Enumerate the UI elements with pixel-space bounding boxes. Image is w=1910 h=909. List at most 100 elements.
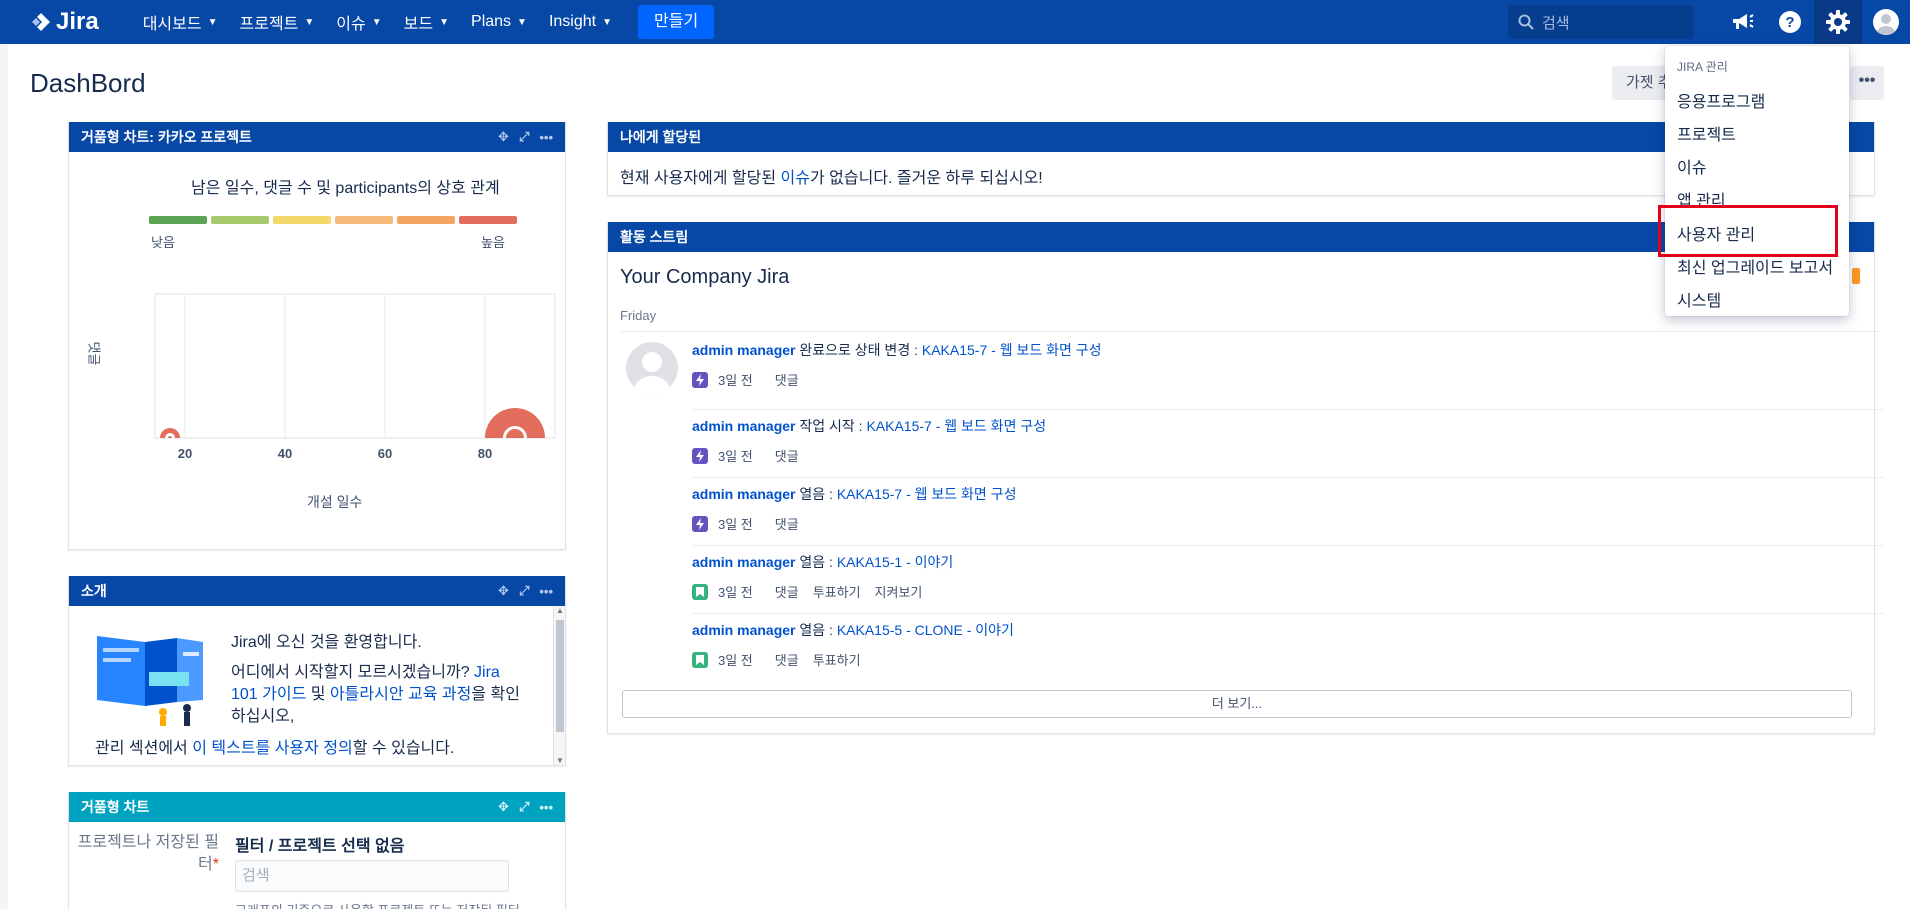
settings-button[interactable] [1814, 0, 1862, 44]
filter-search-input[interactable]: 검색 [235, 860, 509, 892]
help-button[interactable]: ? [1766, 0, 1814, 44]
nav-boards[interactable]: 보드 ▼ [404, 10, 449, 34]
x-tick-label: 20 [178, 446, 192, 461]
expand-icon[interactable]: ⤢ [519, 799, 529, 815]
move-icon[interactable]: ✥ [498, 129, 509, 145]
activity-action: 완료으로 상태 변경 : [795, 342, 922, 358]
rss-feed-icon[interactable] [1852, 268, 1860, 284]
nav-insight[interactable]: Insight ▼ [549, 13, 612, 31]
filter-value: 필터 / 프로젝트 선택 없음 [235, 838, 405, 855]
atlassian-training-link[interactable]: 아틀라시안 교육 과정 [330, 686, 471, 703]
activity-meta: 3일 전 댓글 [692, 514, 1884, 533]
activity-action: 열음 : [795, 554, 837, 570]
activity-user-link[interactable]: admin manager [692, 342, 795, 358]
activity-time: 3일 전 [718, 653, 753, 668]
nav-dashboards-label: 대시보드 [142, 16, 202, 33]
more-actions-button[interactable]: ••• [1850, 66, 1884, 100]
subtask-icon [692, 515, 708, 532]
vote-link[interactable]: 투표하기 [813, 650, 861, 669]
activity-user-link[interactable]: admin manager [692, 554, 795, 570]
activity-issue-link[interactable]: KAKA15-1 - 이야기 [837, 554, 953, 570]
nav-menu: 대시보드 ▼ 프로젝트 ▼ 이슈 ▼ 보드 ▼ Plans ▼ Insight ▼ 만들기 [143, 5, 715, 39]
activity-user-link[interactable]: admin manager [692, 622, 795, 638]
chevron-down-icon: ▼ [371, 16, 382, 28]
jira-logo[interactable]: Jira [30, 8, 99, 36]
scroll-thumb[interactable] [556, 620, 564, 732]
legend-swatch [149, 216, 207, 224]
activity-time: 3일 전 [718, 373, 753, 388]
settings-icon [1826, 10, 1850, 34]
admin-dropdown-menu: JIRA 관리 응용프로그램 프로젝트 이슈 앱 관리 사용자 관리 최신 업그… [1665, 46, 1849, 316]
activity-action: 열음 : [795, 622, 837, 638]
divider [692, 409, 1884, 410]
stream-title[interactable]: Your Company Jira [620, 266, 789, 289]
activity-issue-link[interactable]: KAKA15-5 - CLONE - 이야기 [837, 622, 1014, 638]
profile-button[interactable] [1862, 0, 1910, 44]
vote-link[interactable]: 투표하기 [813, 582, 861, 601]
user-icon [634, 352, 670, 394]
logo-text: Jira [56, 8, 99, 35]
activity-time: 3일 전 [718, 517, 753, 532]
move-icon[interactable]: ✥ [498, 799, 509, 815]
activity-issue-link[interactable]: KAKA15-7 - 웹 보드 화면 구성 [922, 342, 1102, 358]
story-icon [692, 651, 708, 668]
customize-text-link[interactable]: 이 텍스트를 사용자 정의 [192, 740, 353, 757]
bubble-point[interactable] [485, 408, 545, 468]
scrollbar[interactable]: ▲ ▼ [553, 606, 565, 765]
filter-help-text: 그래프의 기준으로 사용할 프로젝트 또는 저장된 필터 [235, 900, 520, 909]
menu-item-issues[interactable]: 이슈 [1677, 154, 1706, 178]
gadget-title: 나에게 할당된 [620, 129, 702, 145]
show-more-button[interactable]: 더 보기... [622, 690, 1852, 718]
bubble-point[interactable] [160, 428, 180, 448]
x-tick-label: 80 [478, 446, 492, 461]
chevron-down-icon: ▼ [304, 16, 315, 28]
menu-item-upgrade-report[interactable]: 최신 업그레이드 보고서 [1677, 254, 1833, 278]
more-icon[interactable]: ••• [539, 800, 553, 815]
intro-paragraph: 어디에서 시작할지 모르시겠습니까? Jira 101 가이드 및 아틀라시안 … [231, 662, 521, 728]
menu-item-applications[interactable]: 응용프로그램 [1677, 88, 1765, 112]
x-tick-label: 40 [278, 446, 292, 461]
chevron-down-icon: ▼ [517, 16, 527, 28]
nav-issues-label: 이슈 [336, 16, 366, 33]
nav-plans-label: Plans [471, 13, 512, 30]
menu-item-projects[interactable]: 프로젝트 [1677, 121, 1736, 145]
divider [692, 477, 1884, 478]
activity-user-link[interactable]: admin manager [692, 418, 795, 434]
activity-user-link[interactable]: admin manager [692, 486, 795, 502]
comment-link[interactable]: 댓글 [775, 514, 799, 533]
more-icon[interactable]: ••• [539, 130, 553, 145]
menu-item-system[interactable]: 시스템 [1677, 287, 1721, 311]
gadget-header: 소개 ✥ ⤢ ••• [69, 576, 565, 606]
comment-link[interactable]: 댓글 [775, 650, 799, 669]
legend-high-label: 높음 [481, 235, 505, 250]
search-input[interactable]: 검색 [1508, 5, 1694, 39]
activity-line: admin manager 열음 : KAKA15-7 - 웹 보드 화면 구성 [692, 484, 1884, 504]
activity-action: 열음 : [795, 486, 837, 502]
nav-plans[interactable]: Plans ▼ [471, 13, 527, 31]
gadget-header: 거품형 차트 ✥ ⤢ ••• [69, 792, 565, 822]
nav-projects[interactable]: 프로젝트 ▼ [240, 10, 315, 34]
watch-link[interactable]: 지켜보기 [875, 582, 923, 601]
issues-link[interactable]: 이슈 [781, 170, 810, 187]
nav-issues[interactable]: 이슈 ▼ [336, 10, 381, 34]
highlight-box [1658, 205, 1838, 257]
comment-link[interactable]: 댓글 [775, 446, 799, 465]
user-avatar [1873, 9, 1899, 35]
more-icon[interactable]: ••• [539, 584, 553, 599]
nav-dashboards[interactable]: 대시보드 ▼ [143, 10, 218, 34]
expand-icon[interactable]: ⤢ [519, 129, 529, 145]
admin-text-pre: 관리 섹션에서 [95, 740, 193, 757]
comment-link[interactable]: 댓글 [775, 370, 799, 389]
expand-icon[interactable]: ⤢ [519, 583, 529, 599]
move-icon[interactable]: ✥ [498, 583, 509, 599]
notifications-button[interactable] [1718, 0, 1766, 44]
activity-line: admin manager 작업 시작 : KAKA15-7 - 웹 보드 화면… [692, 416, 1884, 436]
comment-link[interactable]: 댓글 [775, 582, 799, 601]
scroll-down-icon[interactable]: ▼ [556, 756, 564, 765]
scroll-up-icon[interactable]: ▲ [556, 606, 564, 615]
create-button[interactable]: 만들기 [638, 5, 715, 39]
story-icon [692, 583, 708, 600]
activity-issue-link[interactable]: KAKA15-7 - 웹 보드 화면 구성 [837, 486, 1017, 502]
gadget-title: 거품형 차트 [81, 799, 150, 815]
activity-issue-link[interactable]: KAKA15-7 - 웹 보드 화면 구성 [866, 418, 1046, 434]
